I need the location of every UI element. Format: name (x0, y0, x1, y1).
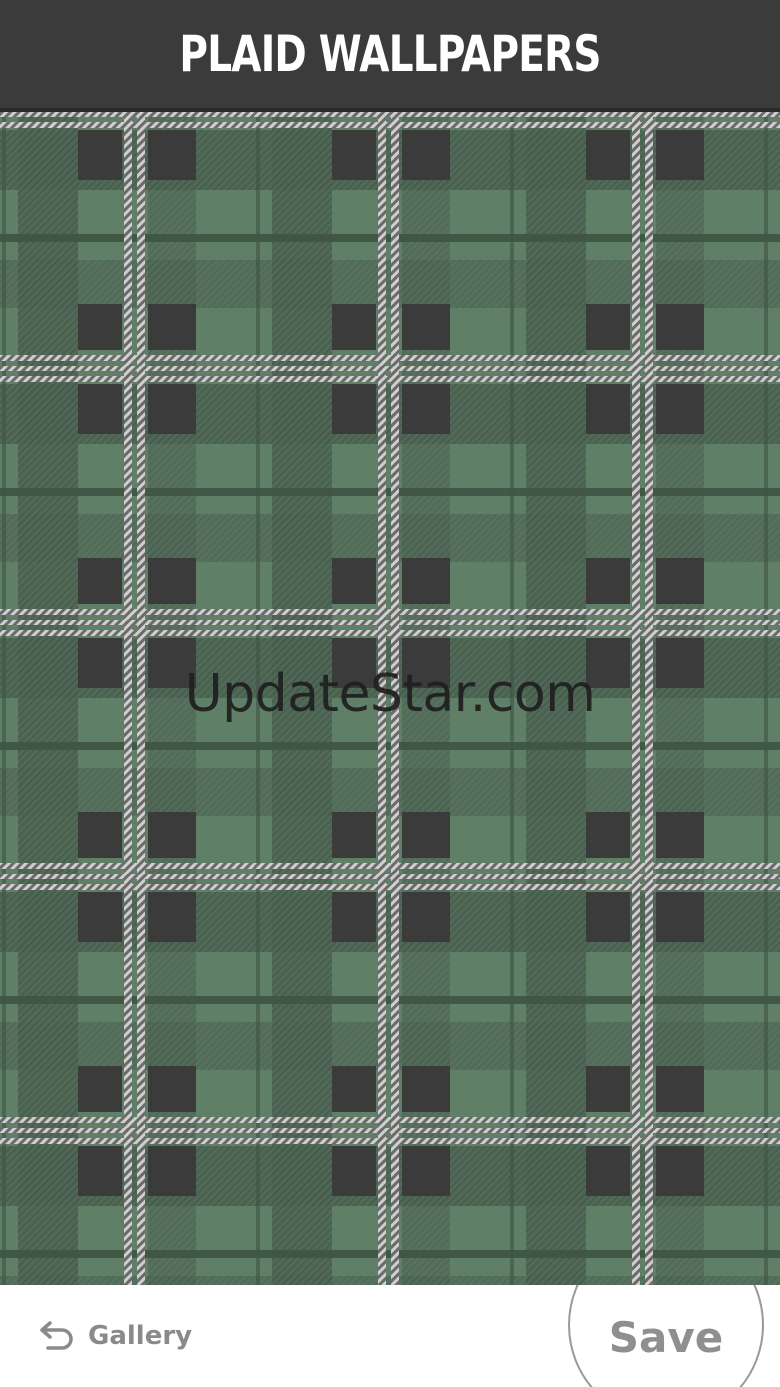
bottom-toolbar: Gallery Save (0, 1285, 780, 1387)
page-title: PLAID WALLPAPERS (179, 25, 601, 83)
back-arrow-icon (38, 1320, 74, 1352)
save-button[interactable]: Save (568, 1307, 764, 1367)
gallery-button[interactable]: Gallery (38, 1311, 192, 1361)
app-header: PLAID WALLPAPERS (0, 0, 780, 112)
watermark-text: UpdateStar.com (184, 664, 596, 724)
gallery-label: Gallery (88, 1321, 193, 1351)
